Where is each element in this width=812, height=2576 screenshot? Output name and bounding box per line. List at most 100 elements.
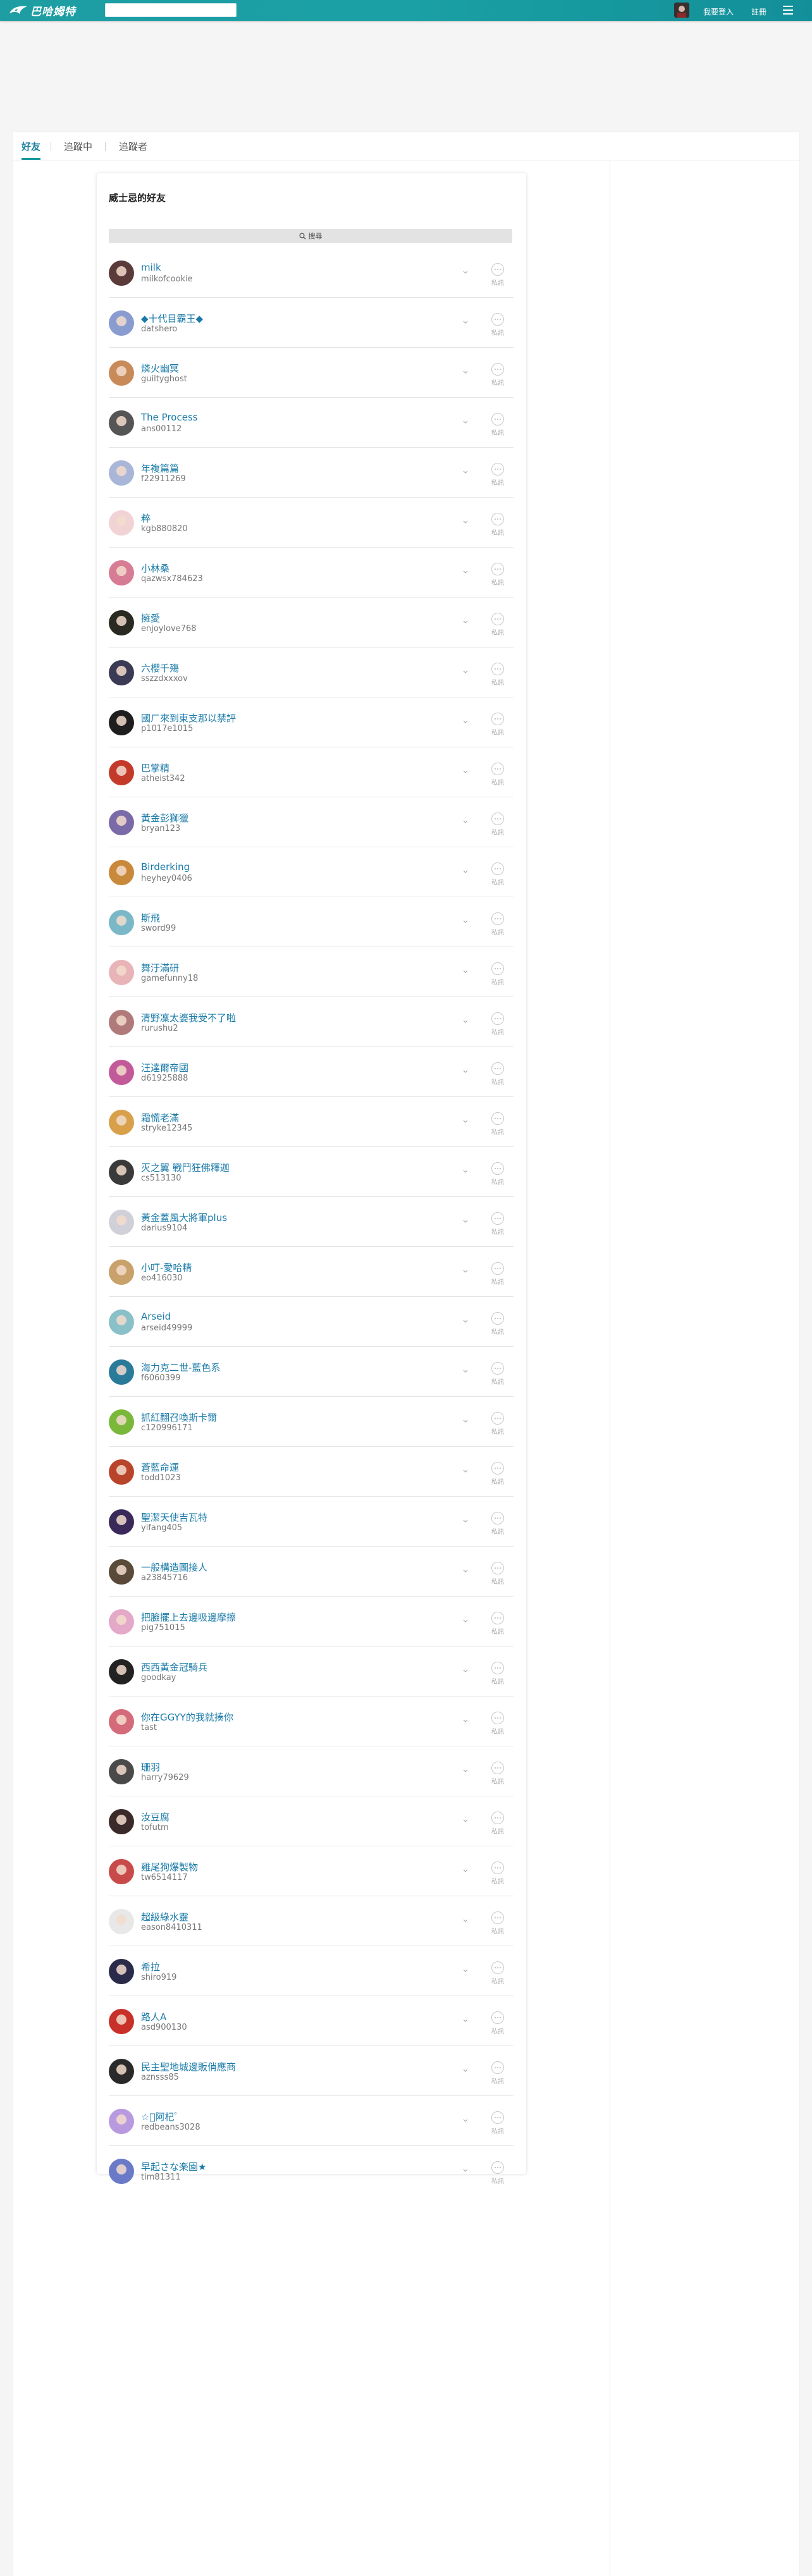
friend-name-link[interactable]: Arseid	[141, 1311, 171, 1322]
friend-name-link[interactable]: 海力克二世-藍色系	[141, 1361, 220, 1374]
friend-name-link[interactable]: 早起さな楽園★	[141, 2160, 206, 2173]
message-button[interactable]: 私訊	[490, 1812, 505, 1836]
friend-avatar[interactable]	[109, 1110, 134, 1135]
chevron-down-icon[interactable]	[462, 618, 469, 625]
friend-name-link[interactable]: 擁愛	[141, 611, 160, 625]
chevron-down-icon[interactable]	[462, 1817, 469, 1824]
friend-avatar[interactable]	[109, 2159, 134, 2184]
chevron-down-icon[interactable]	[462, 1917, 469, 1923]
friend-name-link[interactable]: 超級綠水靈	[141, 1910, 188, 1923]
friend-avatar[interactable]	[109, 1060, 134, 1085]
friend-name-link[interactable]: 把臉擺上去邊吸邊摩擦	[141, 1610, 236, 1624]
message-button[interactable]: 私訊	[490, 263, 505, 287]
friend-avatar[interactable]	[109, 360, 134, 386]
chevron-down-icon[interactable]	[462, 718, 469, 725]
friend-name-link[interactable]: 燐火幽冥	[141, 362, 179, 375]
signup-link[interactable]: 註冊	[751, 6, 766, 17]
message-button[interactable]: 私訊	[490, 313, 505, 337]
chevron-down-icon[interactable]	[462, 269, 469, 275]
chevron-down-icon[interactable]	[462, 1418, 469, 1424]
message-button[interactable]: 私訊	[490, 1861, 505, 1886]
friend-avatar[interactable]	[109, 710, 134, 735]
message-button[interactable]: 私訊	[490, 2111, 505, 2135]
site-logo[interactable]: 巴哈姆特	[9, 3, 76, 18]
user-avatar[interactable]	[674, 3, 689, 18]
friend-name-link[interactable]: 希拉	[141, 1960, 160, 1973]
message-button[interactable]: 私訊	[490, 962, 505, 986]
chevron-down-icon[interactable]	[462, 1118, 469, 1124]
chevron-down-icon[interactable]	[462, 1567, 469, 1574]
chevron-down-icon[interactable]	[462, 968, 469, 974]
chevron-down-icon[interactable]	[462, 1717, 469, 1724]
friend-name-link[interactable]: 年複篇篇	[141, 462, 179, 475]
friend-name-link[interactable]: 汪達爾帝國	[141, 1061, 188, 1074]
chevron-down-icon[interactable]	[462, 1218, 469, 1224]
friend-avatar[interactable]	[109, 2059, 134, 2084]
message-button[interactable]: 私訊	[490, 1612, 505, 1636]
friend-avatar[interactable]	[109, 1160, 134, 1185]
friend-avatar[interactable]	[109, 510, 134, 536]
friend-avatar[interactable]	[109, 1859, 134, 1884]
message-button[interactable]: 私訊	[490, 663, 505, 687]
friend-name-link[interactable]: 小林桑	[141, 561, 169, 575]
friend-avatar[interactable]	[109, 1459, 134, 1485]
chevron-down-icon[interactable]	[462, 868, 469, 874]
friend-name-link[interactable]: 霜慌老滿	[141, 1111, 179, 1124]
friend-name-link[interactable]: 斯飛	[141, 911, 160, 924]
friend-avatar[interactable]	[109, 1210, 134, 1235]
message-button[interactable]: 私訊	[490, 1112, 505, 1136]
top-search-input[interactable]	[105, 3, 237, 17]
friend-name-link[interactable]: 粹	[141, 512, 151, 525]
friend-name-link[interactable]: 清野凜太婆我受不了啦	[141, 1011, 236, 1024]
friend-name-link[interactable]: 小叮-愛哈精	[141, 1261, 192, 1274]
friend-avatar[interactable]	[109, 261, 134, 286]
chevron-down-icon[interactable]	[462, 369, 469, 375]
message-button[interactable]: 私訊	[490, 2011, 505, 2035]
friend-avatar[interactable]	[109, 1709, 134, 1734]
message-button[interactable]: 私訊	[490, 713, 505, 737]
message-button[interactable]: 私訊	[490, 1512, 505, 1536]
chevron-down-icon[interactable]	[462, 1268, 469, 1274]
friend-search-button[interactable]: 搜尋	[109, 229, 512, 243]
friend-name-link[interactable]: 聖潔天使吉瓦特	[141, 1511, 207, 1524]
message-button[interactable]: 私訊	[490, 763, 505, 787]
friend-avatar[interactable]	[109, 810, 134, 835]
chevron-down-icon[interactable]	[462, 1867, 469, 1874]
friend-avatar[interactable]	[109, 310, 134, 336]
friend-name-link[interactable]: 蒼藍命運	[141, 1461, 179, 1474]
friend-name-link[interactable]: 灭之翼 戰鬥狂佛釋迦	[141, 1161, 230, 1174]
message-button[interactable]: 私訊	[490, 1212, 505, 1236]
friend-name-link[interactable]: 黃金彭獅獵	[141, 811, 188, 825]
message-button[interactable]: 私訊	[490, 813, 505, 837]
message-button[interactable]: 私訊	[490, 513, 505, 537]
chevron-down-icon[interactable]	[462, 518, 469, 525]
friend-avatar[interactable]	[109, 1759, 134, 1784]
friend-name-link[interactable]: Birderking	[141, 861, 190, 873]
friend-avatar[interactable]	[109, 610, 134, 635]
friend-name-link[interactable]: ☆ﾟ阿杞ﾟ	[141, 2110, 179, 2123]
message-button[interactable]: 私訊	[490, 563, 505, 587]
chevron-down-icon[interactable]	[462, 568, 469, 575]
friend-name-link[interactable]: 汝豆腐	[141, 1810, 169, 1824]
message-button[interactable]: 私訊	[490, 1262, 505, 1286]
friend-avatar[interactable]	[109, 1909, 134, 1934]
friend-avatar[interactable]	[109, 910, 134, 935]
chevron-down-icon[interactable]	[462, 2117, 469, 2123]
chevron-down-icon[interactable]	[462, 1518, 469, 1524]
message-button[interactable]: 私訊	[490, 1911, 505, 1935]
friend-avatar[interactable]	[109, 1509, 134, 1535]
friend-name-link[interactable]: 國ㄏ來到東支那以禁評	[141, 711, 236, 725]
friend-name-link[interactable]: 六櫻千殤	[141, 661, 179, 675]
friend-avatar[interactable]	[109, 2009, 134, 2034]
message-button[interactable]: 私訊	[490, 363, 505, 387]
friend-avatar[interactable]	[109, 1809, 134, 1834]
friend-name-link[interactable]: 西西黃金冠騎兵	[141, 1660, 207, 1674]
chevron-down-icon[interactable]	[462, 1967, 469, 1973]
hamburger-menu-icon[interactable]	[783, 6, 793, 15]
tab-followers[interactable]: 追蹤者	[119, 140, 147, 158]
message-button[interactable]: 私訊	[490, 1312, 505, 1336]
chevron-down-icon[interactable]	[462, 319, 469, 325]
friend-avatar[interactable]	[109, 1559, 134, 1585]
chevron-down-icon[interactable]	[462, 2167, 469, 2173]
chevron-down-icon[interactable]	[462, 1068, 469, 1074]
